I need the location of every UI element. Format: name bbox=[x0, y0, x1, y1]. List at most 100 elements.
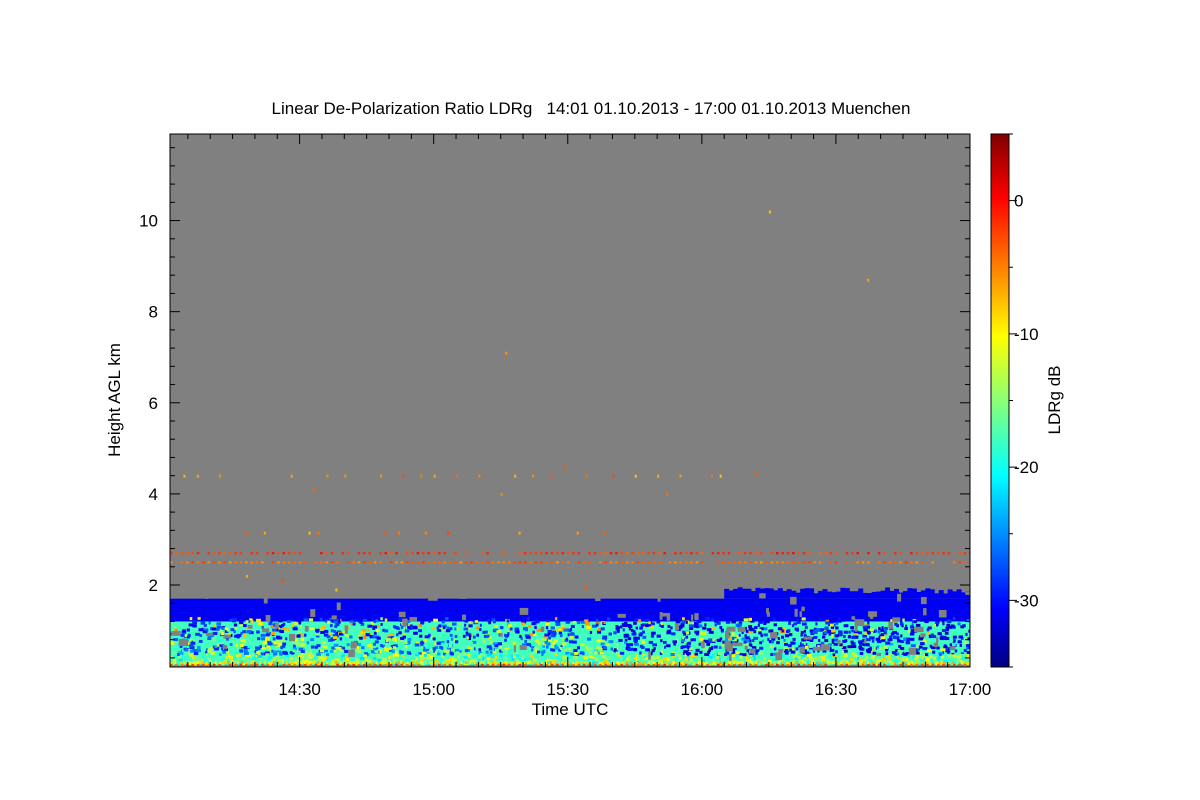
ldr-cell bbox=[831, 638, 835, 642]
ldr-cell bbox=[437, 652, 441, 656]
ldr-cell bbox=[902, 618, 905, 622]
ldr-artifact bbox=[180, 663, 184, 666]
ldr-artifact bbox=[411, 561, 414, 564]
ldr-cell bbox=[563, 646, 566, 650]
ldr-cell bbox=[586, 637, 592, 641]
ldr-cell bbox=[634, 474, 637, 478]
ldr-gap bbox=[402, 618, 408, 627]
ldr-cell bbox=[234, 634, 238, 638]
ldr-cell bbox=[910, 643, 916, 647]
ldr-gap bbox=[749, 648, 756, 654]
ldr-cell bbox=[915, 658, 919, 662]
ldr-gap bbox=[794, 608, 798, 617]
ldr-cell bbox=[362, 661, 364, 665]
ldr-cell bbox=[680, 623, 685, 627]
ldr-cell bbox=[440, 642, 444, 646]
ldr-artifact bbox=[615, 561, 618, 564]
ldr-cell bbox=[885, 652, 889, 656]
x-tick-label: 16:30 bbox=[815, 680, 858, 699]
ldr-cell bbox=[366, 638, 371, 642]
ldr-cell bbox=[809, 657, 815, 661]
ldr-cell bbox=[357, 661, 360, 665]
ldr-artifact bbox=[920, 561, 924, 564]
ldr-cell bbox=[788, 621, 791, 625]
ldr-artifact bbox=[502, 561, 506, 564]
ldr-cell bbox=[751, 591, 756, 599]
ldr-cell bbox=[456, 655, 460, 659]
ldr-cell bbox=[196, 661, 199, 665]
ldr-cell bbox=[907, 661, 910, 665]
ldr-cell bbox=[429, 661, 432, 665]
ldr-cell bbox=[454, 634, 458, 638]
ldr-cell bbox=[961, 656, 966, 660]
ldr-cell bbox=[708, 630, 714, 634]
ldr-artifact bbox=[180, 552, 184, 555]
ldr-cell bbox=[819, 628, 825, 632]
ldr-cell bbox=[957, 640, 962, 644]
ldr-cell bbox=[487, 616, 492, 620]
ldr-gap bbox=[759, 593, 766, 599]
ldr-cell bbox=[535, 655, 540, 659]
ldr-cell bbox=[485, 650, 489, 654]
ldr-gap bbox=[725, 630, 730, 639]
ldr-cell bbox=[628, 654, 631, 658]
ldr-cell bbox=[324, 629, 329, 633]
ldr-cell bbox=[711, 618, 715, 622]
ldr-cell bbox=[849, 591, 855, 599]
ldr-cell bbox=[558, 628, 562, 632]
ldr-artifact bbox=[749, 561, 752, 564]
ldr-cell bbox=[615, 651, 620, 655]
ldr-cell bbox=[243, 646, 247, 650]
ldr-cell bbox=[858, 588, 864, 599]
ldr-cell bbox=[394, 639, 397, 643]
ldr-cell bbox=[332, 654, 335, 658]
ldr-artifact bbox=[218, 552, 221, 555]
ldr-cell bbox=[603, 531, 606, 535]
ldr-cell bbox=[724, 637, 729, 641]
ldr-cell bbox=[952, 591, 958, 599]
ldr-cell bbox=[889, 642, 894, 646]
ldr-artifact bbox=[320, 561, 323, 564]
ldr-cell bbox=[909, 637, 915, 641]
ldr-artifact bbox=[561, 561, 565, 564]
ldr-gap bbox=[519, 607, 529, 615]
ldr-artifact bbox=[298, 552, 302, 555]
ldr-gap bbox=[908, 647, 917, 655]
ldr-cell bbox=[292, 627, 298, 631]
ldr-cell bbox=[685, 635, 689, 639]
ldr-artifact bbox=[550, 561, 554, 564]
ldr-cell bbox=[738, 633, 741, 637]
ldr-cell bbox=[476, 633, 479, 637]
ldr-cell bbox=[851, 629, 854, 633]
ldr-cell bbox=[926, 631, 930, 635]
ldr-cell bbox=[368, 657, 372, 661]
ldr-artifact bbox=[711, 552, 715, 555]
ldr-cell bbox=[867, 621, 870, 625]
ldr-cell bbox=[871, 631, 874, 635]
ldr-cell bbox=[577, 646, 580, 650]
ldr-cell bbox=[410, 650, 416, 654]
ldr-cell bbox=[410, 626, 413, 630]
ldr-gap bbox=[737, 626, 746, 632]
ldr-cell bbox=[515, 630, 520, 634]
ldr-cell bbox=[581, 625, 584, 629]
ldr-cell bbox=[395, 653, 399, 657]
ldr-cell bbox=[552, 631, 556, 635]
ldr-cell bbox=[876, 645, 880, 649]
ldr-cell bbox=[843, 635, 846, 639]
ldr-cell bbox=[335, 661, 338, 665]
ldr-cell bbox=[541, 650, 546, 654]
ldr-gap bbox=[171, 631, 181, 636]
ldr-artifact bbox=[582, 663, 586, 666]
ldr-cell bbox=[420, 661, 423, 665]
ldr-cell bbox=[290, 474, 293, 478]
ldr-cell bbox=[569, 635, 574, 639]
ldr-cell bbox=[889, 661, 892, 665]
ldr-cell bbox=[844, 588, 850, 599]
ldr-cell bbox=[186, 635, 190, 639]
ldr-gap bbox=[854, 619, 865, 627]
ldr-cell bbox=[446, 640, 450, 644]
ldr-cell bbox=[957, 622, 961, 626]
ldr-artifact bbox=[674, 561, 677, 564]
ldr-cell bbox=[947, 620, 952, 624]
